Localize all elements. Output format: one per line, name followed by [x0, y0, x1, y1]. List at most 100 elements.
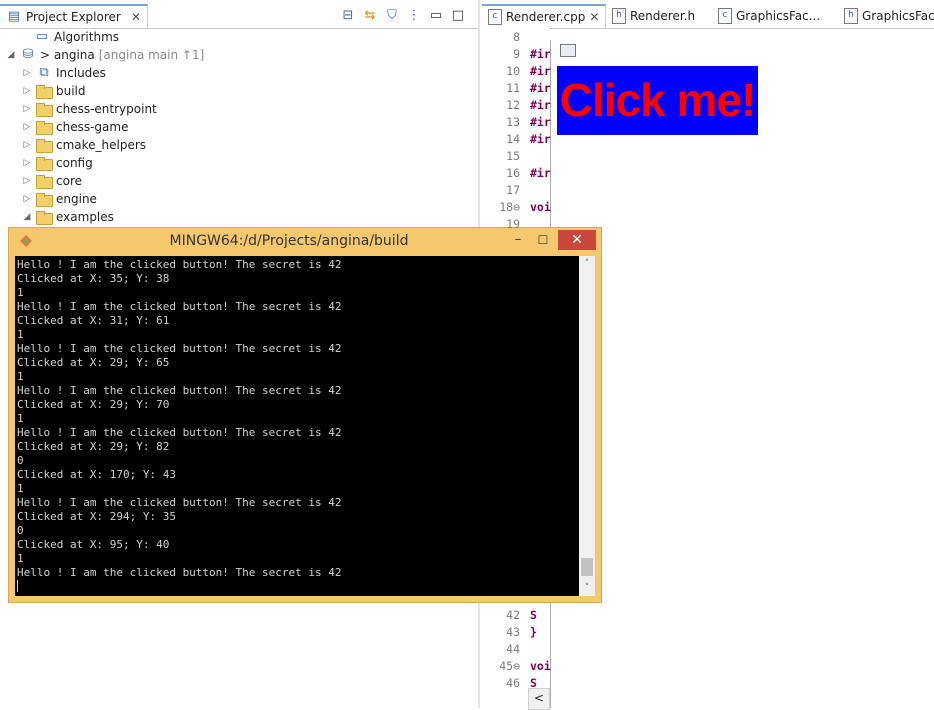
folder-icon	[36, 157, 53, 171]
header-file-icon: h	[612, 8, 626, 24]
minimize-button[interactable]: –	[506, 230, 530, 252]
terminal-scrollbar[interactable]: ˄ ˅	[579, 256, 595, 596]
tree-item[interactable]: ◢ ⛁ > angina [angina main ↑1]	[6, 46, 205, 64]
tab-project-explorer[interactable]: ▤ Project Explorer ✕	[0, 4, 148, 28]
terminal-line: 1	[17, 482, 24, 495]
link-editor-icon[interactable]: ⇆	[362, 8, 378, 24]
collapsed-twisty-icon[interactable]: ▷	[22, 86, 32, 96]
line-number: 46	[506, 676, 520, 690]
tree-item-label: core	[56, 174, 82, 188]
project-explorer-tabbar: ▤ Project Explorer ✕ ⊟ ⇆ ⛉ ⋮ ▭ □	[0, 4, 478, 29]
code-line[interactable]: #ir	[530, 132, 551, 146]
code-line[interactable]: }	[530, 625, 537, 639]
scroll-left-icon[interactable]: <	[528, 688, 550, 710]
code-line[interactable]: voi	[530, 659, 551, 673]
folder-icon	[36, 175, 53, 189]
line-number: 10	[506, 64, 520, 78]
terminal-line: Hello ! I am the clicked button! The sec…	[17, 496, 342, 509]
collapsed-twisty-icon[interactable]: ▷	[22, 194, 32, 204]
click-me-button[interactable]: Click me!	[557, 66, 758, 135]
app-window-icon	[560, 44, 576, 57]
editor-tab-label: Renderer.h	[630, 9, 696, 23]
editor-tabbar: c Renderer.cpp ✕ h Renderer.h c GraphicsFac...…	[480, 4, 934, 29]
tree-item-label: > angina	[40, 48, 95, 62]
tree-item[interactable]: ▷ cmake_helpers	[22, 136, 150, 154]
working-set-icon: ▭	[35, 29, 49, 44]
folder-icon	[36, 193, 53, 207]
code-line[interactable]: #ir	[530, 47, 551, 61]
minimize-icon[interactable]: ▭	[428, 8, 444, 24]
scroll-thumb[interactable]	[581, 558, 593, 576]
tree-item[interactable]: ▷ chess-game	[22, 118, 132, 136]
tree-item[interactable]: ▭ Algorithms	[20, 28, 123, 46]
tree-item-git-status: [angina main ↑1]	[98, 48, 205, 62]
terminal-line: Clicked at X: 294; Y: 35	[17, 510, 176, 523]
tree-item[interactable]: ◢ examples	[22, 208, 118, 226]
code-line[interactable]: #ir	[530, 115, 551, 129]
editor-tab[interactable]: h GraphicsFac...	[838, 4, 934, 28]
tree-item-label: engine	[56, 192, 97, 206]
code-line[interactable]: S	[530, 608, 537, 622]
expanded-twisty-icon[interactable]: ◢	[22, 212, 32, 222]
terminal-output[interactable]: Hello ! I am the clicked button! The sec…	[15, 256, 579, 596]
terminal-window: MINGW64:/d/Projects/angina/build – ☐ ✕ H…	[8, 227, 602, 603]
terminal-titlebar[interactable]: MINGW64:/d/Projects/angina/build – ☐ ✕	[9, 228, 601, 256]
collapsed-twisty-icon[interactable]: ▷	[22, 140, 32, 150]
terminal-line: Clicked at X: 170; Y: 43	[17, 468, 176, 481]
maximize-button[interactable]: ☐	[531, 230, 555, 252]
code-line[interactable]: S	[530, 676, 537, 690]
header-file-icon: h	[844, 8, 858, 24]
line-number: 8	[513, 30, 520, 44]
close-button[interactable]: ✕	[558, 230, 596, 250]
collapsed-twisty-icon[interactable]: ▷	[22, 122, 32, 132]
code-line[interactable]: voi	[530, 200, 551, 214]
line-number: 18⊖	[499, 200, 520, 214]
terminal-line: 1	[17, 328, 24, 341]
line-number: 12	[506, 98, 520, 112]
terminal-line: 0	[17, 524, 24, 537]
expanded-twisty-icon[interactable]: ◢	[6, 50, 16, 60]
app-window	[550, 40, 934, 708]
close-icon[interactable]: ✕	[131, 10, 141, 24]
close-icon[interactable]: ✕	[589, 10, 599, 24]
collapsed-twisty-icon[interactable]: ▷	[22, 104, 32, 114]
tree-item[interactable]: ▷ ⧉ Includes	[22, 64, 110, 82]
tree-item[interactable]: ▷ build	[22, 82, 90, 100]
tree-item[interactable]: ▷ chess-entrypoint	[22, 100, 161, 118]
line-number: 16	[506, 166, 520, 180]
line-number: 14	[506, 132, 520, 146]
code-line[interactable]: #ir	[530, 166, 551, 180]
view-menu-icon[interactable]: ⋮	[406, 8, 422, 24]
terminal-line: 0	[17, 454, 24, 467]
scroll-up-icon[interactable]: ˄	[579, 256, 595, 272]
line-number: 17	[506, 183, 520, 197]
tree-item[interactable]: ▷ config	[22, 154, 97, 172]
tree-item-label: cmake_helpers	[56, 138, 147, 152]
maximize-icon[interactable]: □	[450, 8, 466, 24]
tree-item[interactable]: ▷ engine	[22, 190, 101, 208]
editor-tab[interactable]: c GraphicsFac...	[712, 4, 826, 28]
tree-item-label: config	[56, 156, 93, 170]
collapsed-twisty-icon[interactable]: ▷	[22, 176, 32, 186]
filter-icon[interactable]: ⛉	[384, 8, 400, 24]
line-number: 43	[506, 625, 520, 639]
editor-tab[interactable]: c Renderer.cpp ✕	[482, 4, 607, 28]
tree-item[interactable]: ▷ core	[22, 172, 86, 190]
scroll-down-icon[interactable]: ˅	[579, 580, 595, 596]
collapsed-twisty-icon[interactable]: ▷	[22, 158, 32, 168]
folder-icon	[36, 85, 53, 99]
code-line[interactable]: #ir	[530, 98, 551, 112]
terminal-line: Hello ! I am the clicked button! The sec…	[17, 258, 342, 271]
collapsed-twisty-icon[interactable]: ▷	[22, 68, 32, 78]
terminal-title: MINGW64:/d/Projects/angina/build	[169, 233, 409, 249]
editor-tab[interactable]: h Renderer.h	[606, 4, 701, 28]
line-number: 45⊖	[499, 659, 520, 673]
code-line[interactable]: #ir	[530, 81, 551, 95]
code-line[interactable]: #ir	[530, 64, 551, 78]
folder-icon	[36, 211, 53, 225]
collapse-all-icon[interactable]: ⊟	[340, 8, 356, 24]
terminal-line: 1	[17, 370, 24, 383]
tab-project-explorer-label: Project Explorer	[26, 10, 121, 24]
project-icon: ⛁	[22, 47, 34, 62]
terminal-line: Clicked at X: 35; Y: 38	[17, 272, 170, 285]
